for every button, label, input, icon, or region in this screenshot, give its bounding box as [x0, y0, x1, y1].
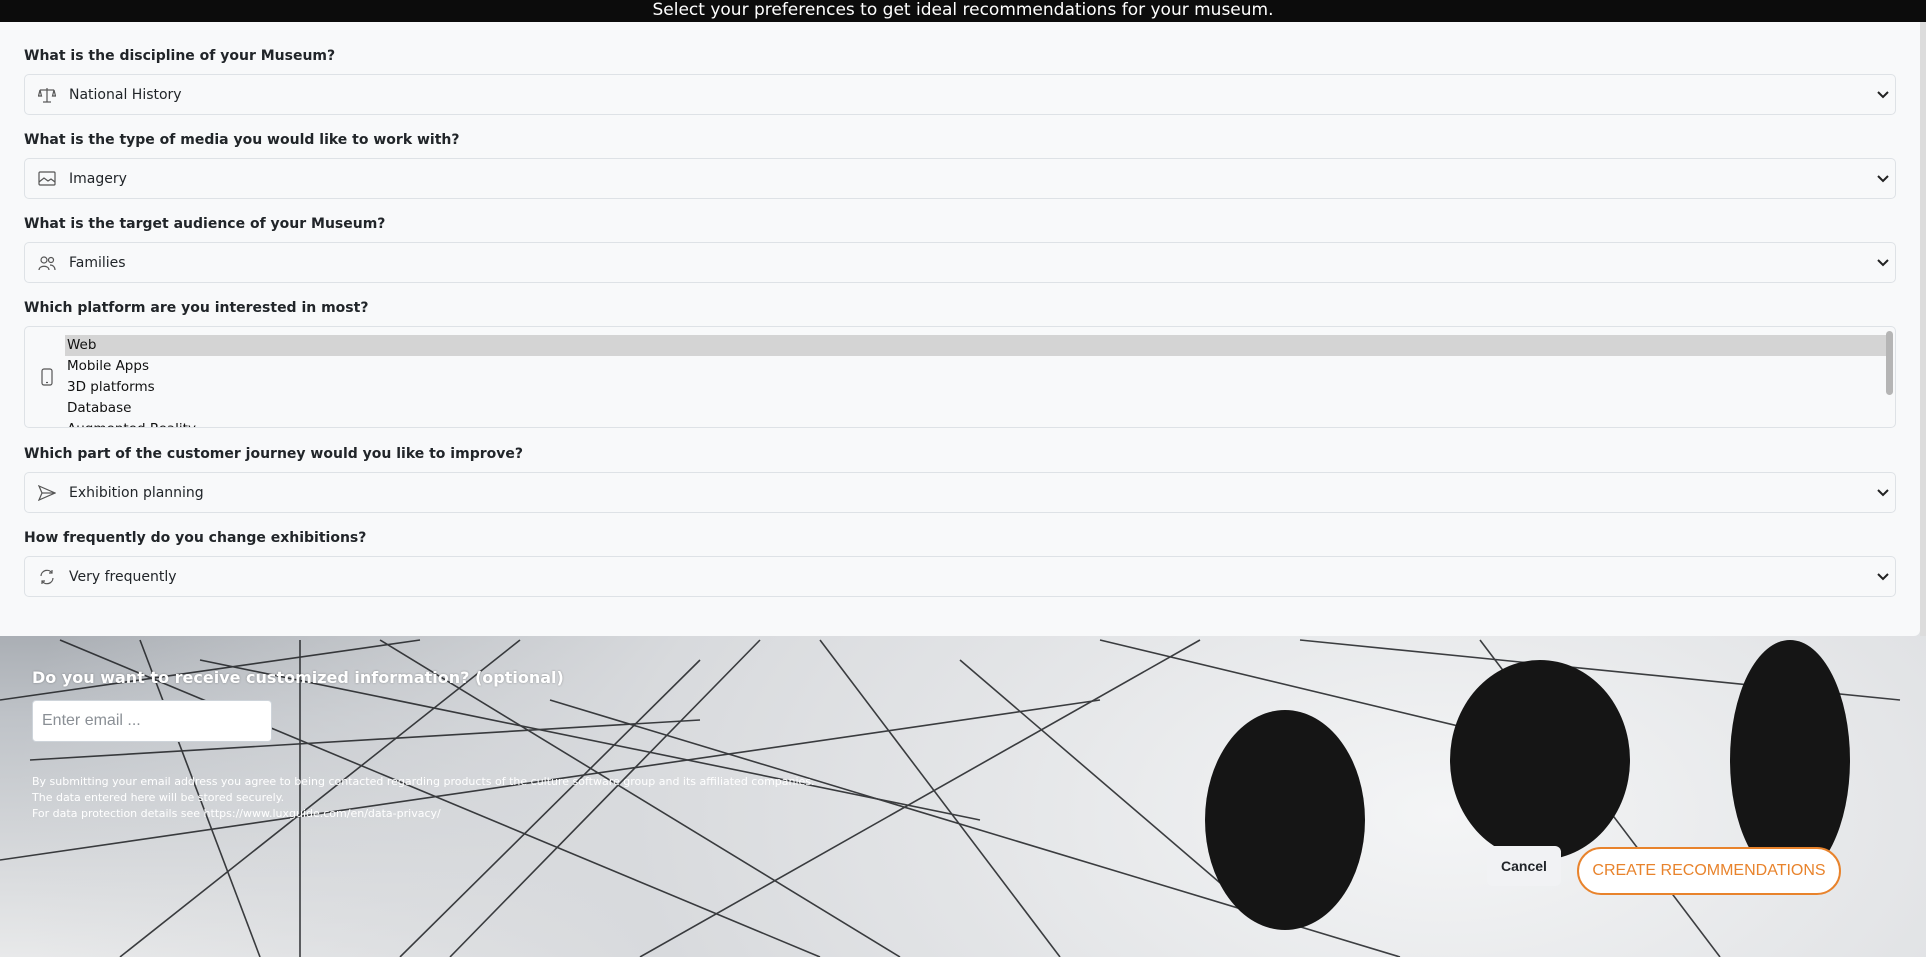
- platform-options: Web Mobile Apps 3D platforms Database Au…: [65, 335, 1889, 427]
- discipline-question: What is the discipline of your Museum?: [24, 48, 336, 64]
- refresh-icon: [35, 565, 59, 589]
- people-icon: [35, 251, 59, 275]
- legal-line: For data protection details see https://…: [32, 807, 441, 820]
- legal-notice: By submitting your email address you agr…: [32, 774, 815, 822]
- discipline-select[interactable]: National History: [24, 74, 1896, 115]
- chevron-down-icon: [1877, 91, 1889, 99]
- platform-question: Which platform are you interested in mos…: [24, 300, 369, 316]
- audience-select[interactable]: Families: [24, 242, 1896, 283]
- image-icon: [35, 167, 59, 191]
- platform-listbox[interactable]: Web Mobile Apps 3D platforms Database Au…: [24, 326, 1896, 428]
- email-question: Do you want to receive customized inform…: [32, 668, 564, 687]
- scales-icon: [35, 83, 59, 107]
- platform-option-augmented-reality[interactable]: Augmented Reality: [65, 419, 1889, 427]
- cancel-button[interactable]: Cancel: [1487, 846, 1561, 886]
- page-scrollbar[interactable]: [1920, 22, 1926, 636]
- frequency-value: Very frequently: [69, 568, 177, 585]
- chevron-down-icon: [1877, 573, 1889, 581]
- chevron-down-icon: [1877, 175, 1889, 183]
- platform-option-mobile-apps[interactable]: Mobile Apps: [65, 356, 1889, 377]
- frequency-select[interactable]: Very frequently: [24, 556, 1896, 597]
- legal-line: The data entered here will be stored sec…: [32, 791, 285, 804]
- media-select[interactable]: Imagery: [24, 158, 1896, 199]
- journey-value: Exhibition planning: [69, 484, 204, 501]
- audience-question: What is the target audience of your Muse…: [24, 216, 386, 232]
- media-value: Imagery: [69, 170, 127, 187]
- audience-value: Families: [69, 254, 126, 271]
- media-question: What is the type of media you would like…: [24, 132, 460, 148]
- chevron-down-icon: [1877, 259, 1889, 267]
- journey-question: Which part of the customer journey would…: [24, 446, 523, 462]
- page-title: Select your preferences to get ideal rec…: [0, 0, 1926, 22]
- preferences-panel: What is the discipline of your Museum? N…: [0, 22, 1920, 636]
- send-icon: [35, 481, 59, 505]
- journey-select[interactable]: Exhibition planning: [24, 472, 1896, 513]
- platform-option-web[interactable]: Web: [65, 335, 1889, 356]
- platform-option-database[interactable]: Database: [65, 398, 1889, 419]
- platform-option-3d-platforms[interactable]: 3D platforms: [65, 377, 1889, 398]
- legal-line: By submitting your email address you agr…: [32, 775, 815, 788]
- frequency-question: How frequently do you change exhibitions…: [24, 530, 367, 546]
- listbox-scrollbar[interactable]: [1886, 331, 1893, 395]
- discipline-value: National History: [69, 86, 182, 103]
- chevron-down-icon: [1877, 489, 1889, 497]
- create-recommendations-button[interactable]: CREATE RECOMMENDATIONS: [1577, 847, 1841, 895]
- mobile-phone-icon: [35, 365, 59, 389]
- email-input[interactable]: [32, 700, 272, 742]
